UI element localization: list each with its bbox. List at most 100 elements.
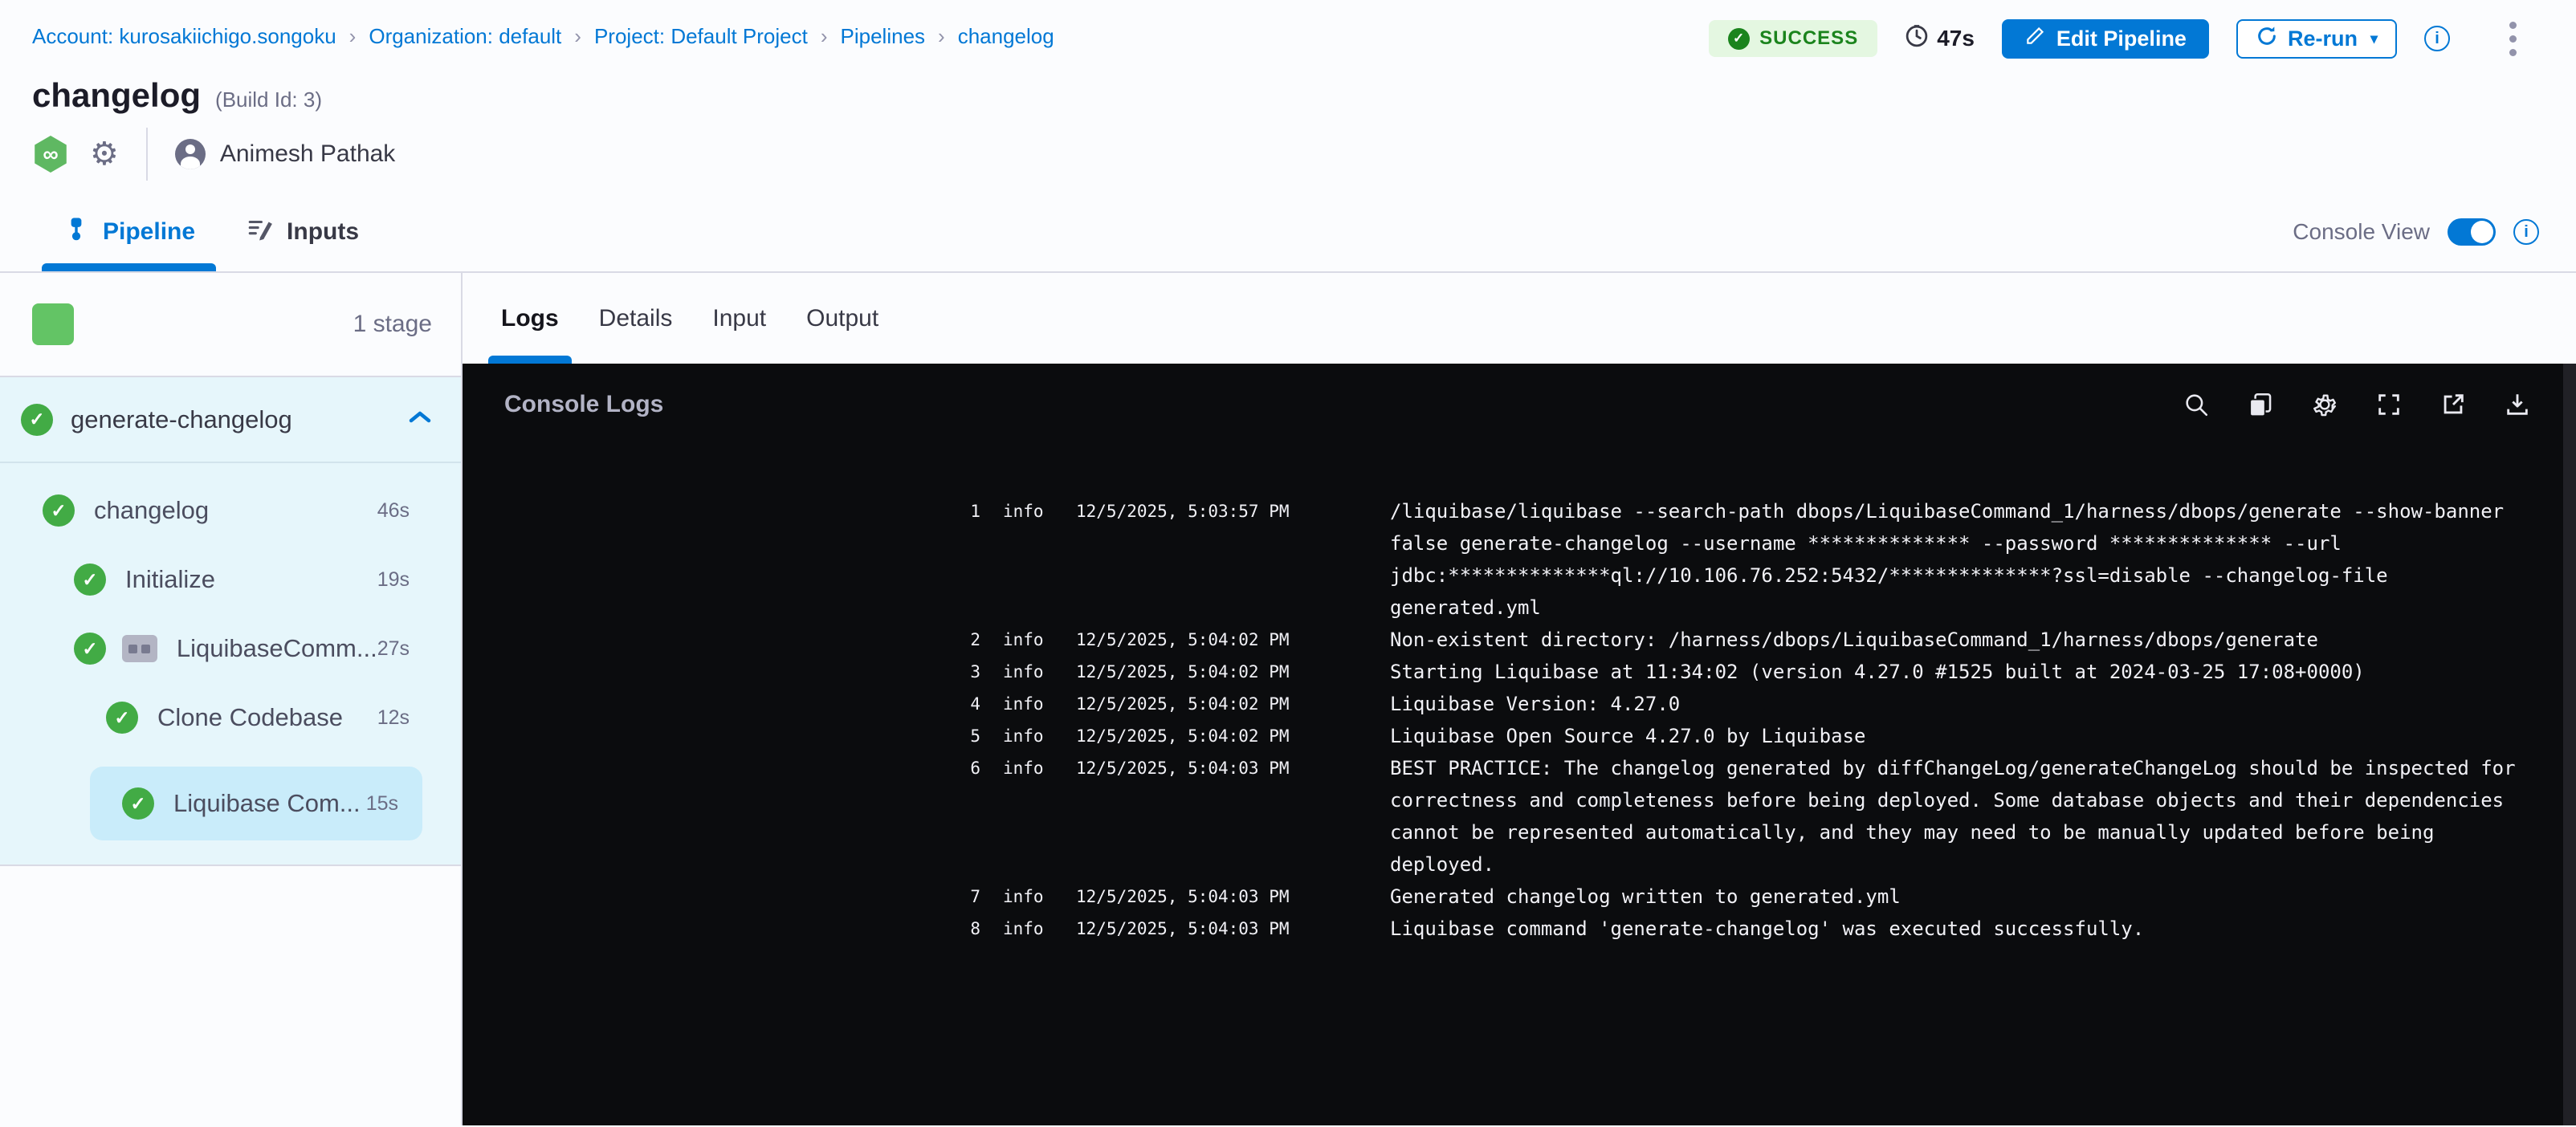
step-label: Clone Codebase [157, 703, 343, 732]
log-timestamp: 12/5/2025, 5:04:03 PM [1045, 881, 1335, 913]
log-message: Non-existent directory: /harness/dbops/L… [1335, 624, 2576, 656]
log-entry: 6info12/5/2025, 5:04:03 PMBEST PRACTICE:… [463, 752, 2576, 881]
log-entry: 7info12/5/2025, 5:04:03 PMGenerated chan… [463, 881, 2576, 913]
log-entry: 4info12/5/2025, 5:04:02 PMLiquibase Vers… [463, 688, 2576, 720]
stage-status-square[interactable] [32, 303, 74, 345]
log-line-number: 1 [956, 495, 980, 624]
more-options-button[interactable] [2506, 18, 2520, 59]
log-line-number: 3 [956, 656, 980, 688]
tab-pipeline[interactable]: Pipeline [63, 193, 195, 271]
execution-sidebar: 1 stage ✓ generate-changelog ✓changelog4… [0, 273, 463, 1125]
log-line-number: 7 [956, 881, 980, 913]
breadcrumb-separator: › [574, 24, 581, 49]
step-label: Initialize [125, 565, 215, 594]
console-actions [2181, 389, 2533, 420]
step-duration: 19s [377, 568, 410, 592]
tab-inputs-label: Inputs [287, 218, 359, 246]
meta-row: ∞ ⚙ Animesh Pathak [0, 136, 2576, 173]
success-check-icon: ✓ [74, 633, 106, 665]
author-name: Animesh Pathak [220, 140, 395, 168]
step-row[interactable]: ✓Initialize19s [0, 545, 461, 614]
stage-header[interactable]: ✓ generate-changelog [0, 377, 461, 463]
build-id: (Build Id: 3) [215, 87, 322, 112]
tab-pipeline-label: Pipeline [103, 218, 195, 246]
step-row[interactable]: ✓ Liquibase Com...15s [90, 767, 422, 840]
log-level: info [980, 720, 1045, 752]
log-timestamp: 12/5/2025, 5:04:02 PM [1045, 720, 1335, 752]
console-header: Console Logs [463, 364, 2576, 437]
log-timestamp: 12/5/2025, 5:04:02 PM [1045, 688, 1335, 720]
log-line-number: 5 [956, 720, 980, 752]
page-title: changelog [32, 76, 201, 115]
breadcrumb-item[interactable]: Organization: default [369, 24, 561, 49]
console-title: Console Logs [504, 391, 663, 418]
console-scrollbar[interactable] [2563, 364, 2576, 1125]
inputs-icon [247, 215, 274, 249]
chevron-up-icon[interactable] [408, 409, 432, 429]
success-check-icon: ✓ [21, 404, 53, 436]
log-level: info [980, 624, 1045, 656]
console-view-toggle[interactable] [2448, 218, 2496, 246]
log-message: Generated changelog written to generated… [1335, 881, 2576, 913]
pipeline-icon [63, 215, 90, 249]
avatar [175, 139, 206, 169]
log-tab-logs[interactable]: Logs [501, 273, 559, 364]
log-line-number: 6 [956, 752, 980, 881]
log-entry: 3info12/5/2025, 5:04:02 PMStarting Liqui… [463, 656, 2576, 688]
log-timestamp: 12/5/2025, 5:04:03 PM [1045, 913, 1335, 945]
breadcrumb-item[interactable]: Account: kurosakiichigo.songoku [32, 24, 336, 49]
caret-down-icon[interactable]: ▾ [2370, 31, 2378, 47]
step-label: Liquibase Com... [173, 789, 361, 818]
top-actions: ✓ SUCCESS 47s Edit Pipeline Re-run [1709, 19, 2520, 58]
step-duration: 27s [377, 637, 410, 661]
step-duration: 46s [377, 499, 410, 523]
console-view-info-icon[interactable]: i [2513, 219, 2539, 245]
log-lines: 1info12/5/2025, 5:03:57 PM/liquibase/liq… [463, 437, 2576, 945]
log-message: Liquibase Version: 4.27.0 [1335, 688, 2576, 720]
settings-icon[interactable] [2309, 389, 2340, 420]
edit-pipeline-button[interactable]: Edit Pipeline [2002, 19, 2209, 59]
log-message: /liquibase/liquibase --search-path dbops… [1335, 495, 2576, 624]
step-row[interactable]: ✓changelog46s [0, 476, 461, 545]
breadcrumb-separator: › [349, 24, 357, 49]
tab-inputs[interactable]: Inputs [247, 193, 359, 271]
step-group-icon [122, 635, 157, 662]
log-message: BEST PRACTICE: The changelog generated b… [1335, 752, 2576, 881]
breadcrumb-item[interactable]: Pipelines [841, 24, 926, 49]
success-check-icon: ✓ [106, 702, 138, 734]
log-level: info [980, 881, 1045, 913]
status-badge: ✓ SUCCESS [1709, 20, 1877, 57]
info-icon[interactable]: i [2424, 26, 2450, 51]
breadcrumb-item[interactable]: Project: Default Project [594, 24, 808, 49]
download-icon[interactable] [2502, 389, 2533, 420]
open-in-new-icon[interactable] [2438, 389, 2468, 420]
title-row: changelog (Build Id: 3) [0, 76, 2576, 115]
success-check-icon: ✓ [43, 494, 75, 527]
log-level: info [980, 913, 1045, 945]
log-tab-input[interactable]: Input [712, 273, 766, 364]
search-icon[interactable] [2181, 389, 2211, 420]
pipeline-execution-page: Account: kurosakiichigo.songoku › Organiza… [0, 0, 2576, 1125]
fullscreen-icon[interactable] [2374, 389, 2404, 420]
success-check-icon: ✓ [122, 787, 154, 820]
stage-count: 1 stage [353, 311, 432, 338]
log-message: Starting Liquibase at 11:34:02 (version … [1335, 656, 2576, 688]
step-row[interactable]: ✓Clone Codebase12s [0, 683, 461, 752]
log-tab-output[interactable]: Output [806, 273, 878, 364]
rerun-button[interactable]: Re-run ▾ [2236, 19, 2397, 59]
breadcrumb-item[interactable]: changelog [958, 24, 1054, 49]
log-message: Liquibase command 'generate-changelog' w… [1335, 913, 2576, 945]
step-row[interactable]: ✓LiquibaseComm...27s [0, 614, 461, 683]
top-bar: Account: kurosakiichigo.songoku › Organiza… [0, 0, 2576, 193]
log-tab-details[interactable]: Details [599, 273, 673, 364]
duration-label: 47s [1937, 26, 1975, 51]
status-label: SUCCESS [1759, 27, 1858, 50]
divider [146, 128, 148, 181]
stage-name: generate-changelog [71, 405, 292, 434]
rerun-icon [2256, 25, 2278, 53]
pipeline-settings-icon[interactable]: ⚙ [90, 138, 119, 170]
log-entry: 8info12/5/2025, 5:04:03 PMLiquibase comm… [463, 913, 2576, 945]
copy-icon[interactable] [2245, 389, 2276, 420]
step-duration: 15s [366, 792, 398, 816]
log-line-number: 4 [956, 688, 980, 720]
